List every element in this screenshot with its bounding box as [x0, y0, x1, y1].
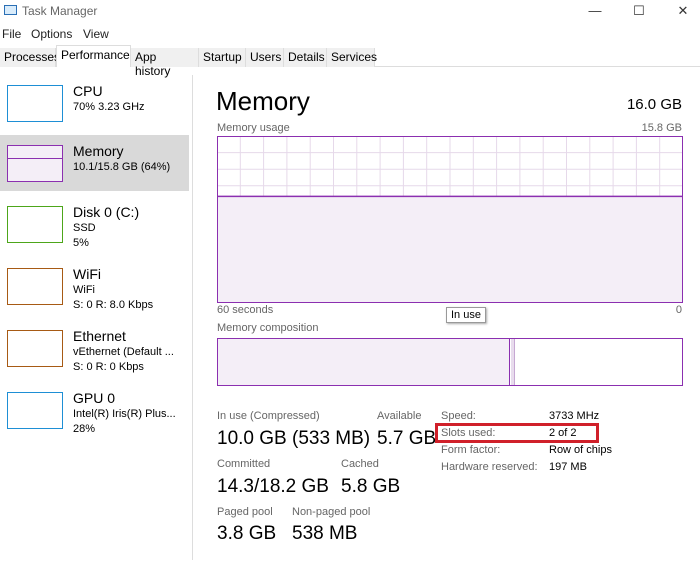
- spec-label: Form factor:: [441, 444, 501, 456]
- committed-value: 14.3/18.2 GB: [217, 476, 329, 497]
- sidebar-item-detail: Intel(R) Iris(R) Plus...: [73, 408, 176, 420]
- close-button[interactable]: ✕: [668, 3, 698, 19]
- paged-pool-value: 3.8 GB: [217, 523, 277, 544]
- sidebar-item-detail: 70% 3.23 GHz: [73, 101, 145, 113]
- title-bar: Task Manager — ☐ ✕: [0, 0, 700, 24]
- sidebar-item-detail: S: 0 R: 0 Kbps: [73, 361, 144, 373]
- nonpaged-pool-value: 538 MB: [292, 523, 358, 544]
- composition-label: Memory composition: [217, 322, 319, 334]
- sidebar-graph-thumbnail: [7, 330, 63, 367]
- sidebar-item-name: GPU 0: [73, 390, 116, 406]
- tab-performance[interactable]: Performance: [56, 45, 131, 67]
- sidebar-item-detail: vEthernet (Default ...: [73, 346, 174, 358]
- memory-usage-graph: [217, 136, 683, 303]
- available-value: 5.7 GB: [377, 428, 437, 449]
- usage-max: 15.8 GB: [641, 122, 682, 134]
- in-use-label: In use (Compressed): [217, 410, 320, 422]
- spec-value: Row of chips: [549, 444, 612, 456]
- spec-label: Speed:: [441, 410, 476, 422]
- usage-label: Memory usage: [217, 122, 290, 134]
- modified-segment[interactable]: [511, 339, 515, 385]
- tab-processes[interactable]: Processes: [0, 48, 60, 67]
- sidebar-item-detail: 10.1/15.8 GB (64%): [73, 161, 171, 173]
- menu-view[interactable]: View: [83, 27, 109, 41]
- task-manager-icon: [4, 5, 17, 15]
- sidebar-graph-thumbnail: [7, 268, 63, 305]
- menu-file[interactable]: File: [2, 27, 21, 41]
- sidebar-item-detail: WiFi: [73, 284, 95, 296]
- tooltip: In use: [446, 307, 486, 323]
- sidebar-item-cpu[interactable]: CPU 70% 3.23 GHz: [0, 75, 189, 131]
- sidebar-item-name: Ethernet: [73, 328, 126, 344]
- time-label: 60 seconds: [217, 304, 274, 316]
- page-title: Memory: [216, 86, 310, 116]
- highlight-box: [435, 423, 599, 443]
- sidebar-item-wifi[interactable]: WiFi WiFi S: 0 R: 8.0 Kbps: [0, 258, 189, 314]
- sidebar-item-memory[interactable]: Memory 10.1/15.8 GB (64%): [0, 135, 189, 191]
- divider: [192, 75, 193, 560]
- zero-label: 0: [675, 304, 682, 316]
- window-title: Task Manager: [22, 4, 98, 18]
- sidebar-graph-thumbnail: [7, 206, 63, 243]
- sidebar-item-ethernet[interactable]: Ethernet vEthernet (Default ... S: 0 R: 0 …: [0, 320, 189, 376]
- sidebar-graph-thumbnail: [7, 145, 63, 182]
- total-memory: 16.0 GB: [626, 96, 682, 113]
- maximize-button[interactable]: ☐: [624, 3, 654, 19]
- menu-options[interactable]: Options: [31, 27, 72, 41]
- committed-label: Committed: [217, 458, 271, 470]
- tab-services[interactable]: Services: [327, 48, 377, 67]
- sidebar-item-detail: S: 0 R: 8.0 Kbps: [73, 299, 154, 311]
- tab-details[interactable]: Details: [284, 48, 327, 67]
- sidebar-item-detail: 28%: [73, 423, 96, 435]
- sidebar-item-detail: 5%: [73, 237, 89, 249]
- in-use-value: 10.0 GB (533 MB): [217, 428, 371, 449]
- spec-value: 197 MB: [549, 461, 587, 473]
- sidebar-item-gpu[interactable]: GPU 0 Intel(R) Iris(R) Plus... 28%: [0, 382, 189, 438]
- available-label: Available: [377, 410, 422, 422]
- tab-users[interactable]: Users: [246, 48, 284, 67]
- sidebar-graph-thumbnail: [7, 392, 63, 429]
- cached-label: Cached: [341, 458, 379, 470]
- spec-label: Hardware reserved:: [441, 461, 538, 473]
- tab-startup[interactable]: Startup: [199, 48, 246, 67]
- in-use-segment[interactable]: [218, 339, 510, 385]
- minimize-button[interactable]: —: [580, 3, 610, 18]
- usage-fill: [218, 196, 682, 302]
- tab-app-history[interactable]: App history: [131, 48, 199, 78]
- memory-composition-bar: [217, 338, 683, 386]
- cached-value: 5.8 GB: [341, 476, 401, 497]
- sidebar-item-name: WiFi: [73, 266, 101, 282]
- sidebar-item-detail: SSD: [73, 222, 96, 234]
- nonpaged-pool-label: Non-paged pool: [292, 506, 371, 518]
- sidebar-item-disk[interactable]: Disk 0 (C:) SSD 5%: [0, 196, 189, 252]
- paged-pool-label: Paged pool: [217, 506, 273, 518]
- sidebar-item-name: Memory: [73, 143, 124, 159]
- sidebar-graph-thumbnail: [7, 85, 63, 122]
- sidebar-item-name: Disk 0 (C:): [73, 204, 140, 220]
- spec-value: 3733 MHz: [549, 410, 600, 422]
- sidebar-item-name: CPU: [73, 83, 103, 99]
